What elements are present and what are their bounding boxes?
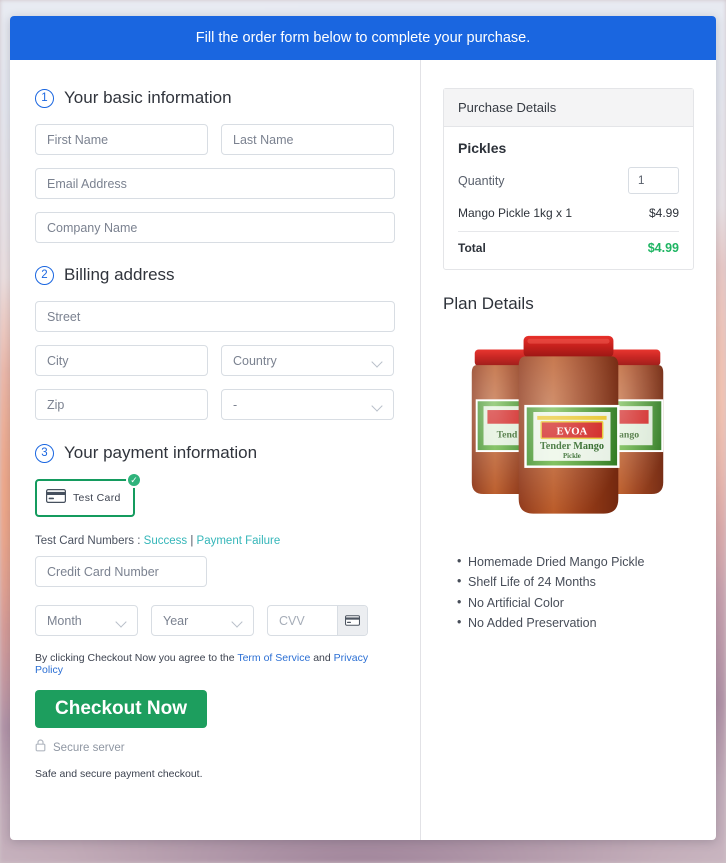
- total-amount: $4.99: [647, 241, 679, 255]
- product-image-pickle-jars: Tend ango: [471, 335, 664, 514]
- zip-input[interactable]: Zip: [35, 389, 208, 420]
- form-column: 1 Your basic information First Name Last…: [10, 60, 421, 840]
- company-row: Company Name: [35, 212, 395, 243]
- quantity-row: Quantity 1: [458, 167, 679, 194]
- city-country-row: City Country: [35, 345, 395, 376]
- terms-conjunction: and: [313, 652, 331, 664]
- country-select[interactable]: Country: [221, 345, 394, 376]
- total-row: Total $4.99: [458, 241, 679, 255]
- name-row: First Name Last Name: [35, 124, 395, 155]
- company-name-input[interactable]: Company Name: [35, 212, 395, 243]
- purchase-product-name: Pickles: [458, 140, 507, 156]
- purchase-details-panel: Purchase Details Pickles Quantity 1 Mang…: [443, 88, 694, 270]
- street-row: Street: [35, 301, 395, 332]
- terms-prefix: By clicking Checkout Now you agree to th…: [35, 652, 235, 664]
- last-name-input[interactable]: Last Name: [221, 124, 394, 155]
- section-heading-basic-info: 1 Your basic information: [35, 88, 395, 108]
- section-title-basic-info: Your basic information: [64, 88, 232, 107]
- list-item: No Artificial Color: [457, 591, 694, 613]
- cvv-help-credit-card-icon[interactable]: [337, 606, 367, 635]
- line-item-description: Mango Pickle 1kg x 1: [458, 206, 573, 220]
- checkout-card: Fill the order form below to complete yo…: [10, 16, 716, 840]
- section-heading-payment-info: 3 Your payment information: [35, 443, 395, 463]
- credit-card-icon: [46, 488, 66, 508]
- zip-state-row: Zip -: [35, 389, 395, 420]
- purchase-details-heading: Purchase Details: [444, 89, 693, 127]
- step-number-3: 3: [35, 443, 54, 463]
- section-title-billing-address: Billing address: [64, 265, 175, 284]
- purchase-details-body: Pickles Quantity 1 Mango Pickle 1kg x 1 …: [444, 127, 693, 269]
- link-separator: |: [190, 535, 194, 547]
- expiry-cvv-row: Month Year CVV: [35, 605, 395, 636]
- summary-column: Purchase Details Pickles Quantity 1 Mang…: [421, 60, 716, 840]
- step-number-2: 2: [35, 265, 54, 285]
- quantity-input[interactable]: 1: [628, 167, 679, 194]
- line-item-amount: $4.99: [648, 206, 679, 220]
- card-body: 1 Your basic information First Name Last…: [10, 60, 716, 840]
- terms-agreement-text: By clicking Checkout Now you agree to th…: [35, 652, 395, 676]
- city-input[interactable]: City: [35, 345, 208, 376]
- test-card-numbers-line: Test Card Numbers : Success | Payment Fa…: [35, 535, 395, 547]
- check-circle-icon: ✓: [126, 472, 142, 488]
- cvv-input[interactable]: CVV: [268, 614, 337, 628]
- plan-details-heading: Plan Details: [443, 294, 534, 313]
- payment-failure-test-card-link[interactable]: Payment Failure: [197, 535, 281, 547]
- state-select[interactable]: -: [221, 389, 394, 420]
- success-test-card-link[interactable]: Success: [144, 535, 187, 547]
- expiry-month-value: Month: [47, 613, 82, 628]
- safe-checkout-note: Safe and secure payment checkout.: [35, 768, 203, 780]
- cvv-field-group[interactable]: CVV: [267, 605, 368, 636]
- secure-server-label: Secure server: [53, 742, 125, 754]
- first-name-input[interactable]: First Name: [35, 124, 208, 155]
- step-number-1: 1: [35, 88, 54, 108]
- quantity-label: Quantity: [458, 173, 505, 188]
- credit-card-row: Credit Card Number: [35, 556, 395, 587]
- list-item: No Added Preservation: [457, 612, 694, 633]
- header-banner: Fill the order form below to complete yo…: [10, 16, 716, 60]
- expiry-year-value: Year: [163, 613, 189, 628]
- total-label: Total: [458, 241, 486, 255]
- test-card-numbers-label: Test Card Numbers :: [35, 535, 141, 547]
- line-item-row: Mango Pickle 1kg x 1 $4.99: [458, 206, 679, 232]
- credit-card-number-input[interactable]: Credit Card Number: [35, 556, 207, 587]
- payment-method-test-card[interactable]: Test Card ✓: [35, 472, 142, 517]
- list-item: Shelf Life of 24 Months: [457, 571, 694, 592]
- checkout-now-button[interactable]: Checkout Now: [35, 690, 207, 728]
- street-input[interactable]: Street: [35, 301, 395, 332]
- expiry-year-select[interactable]: Year: [151, 605, 254, 636]
- expiry-month-select[interactable]: Month: [35, 605, 138, 636]
- country-select-value: Country: [233, 353, 277, 368]
- secure-server-row: Secure server: [35, 739, 395, 757]
- list-item: Homemade Dried Mango Pickle: [457, 551, 694, 572]
- section-heading-billing-address: 2 Billing address: [35, 265, 395, 285]
- term-of-service-link[interactable]: Term of Service: [237, 652, 310, 664]
- payment-method-label: Test Card: [73, 492, 121, 504]
- email-input[interactable]: Email Address: [35, 168, 395, 199]
- email-row: Email Address: [35, 168, 395, 199]
- plan-features-list: Homemade Dried Mango Pickle Shelf Life o…: [443, 551, 694, 633]
- section-title-payment-info: Your payment information: [64, 443, 258, 462]
- lock-icon: [35, 739, 46, 757]
- banner-text: Fill the order form below to complete yo…: [195, 30, 531, 46]
- state-select-value: -: [233, 397, 238, 412]
